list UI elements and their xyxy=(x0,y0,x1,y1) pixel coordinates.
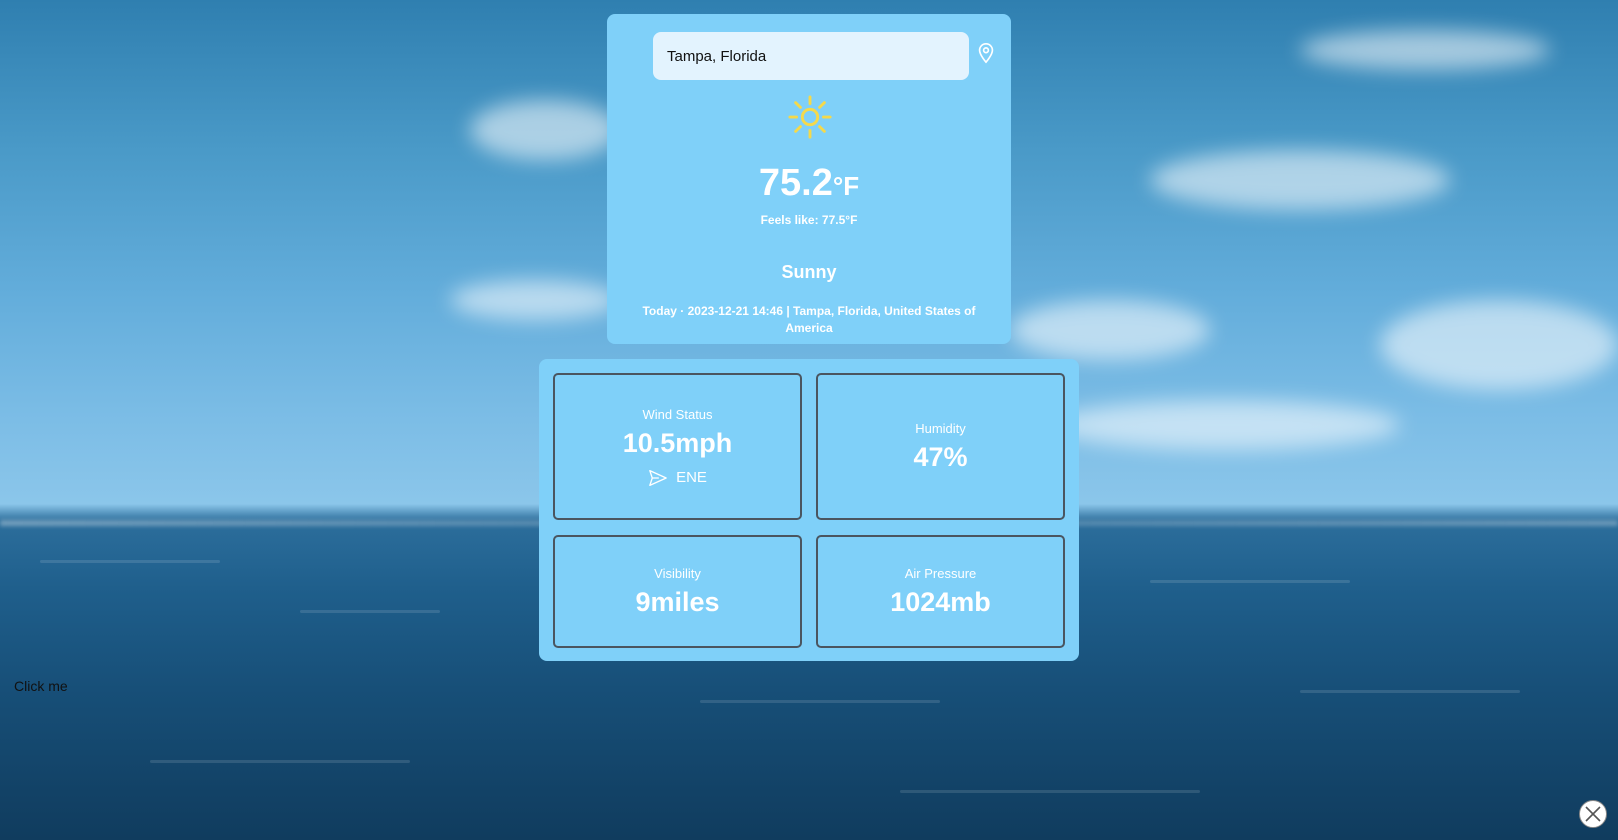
cloud xyxy=(450,280,620,320)
weather-stats-panel: Wind Status 10.5mph ENE Humidity 47% Vis… xyxy=(539,359,1079,661)
close-icon xyxy=(1585,806,1601,822)
temperature-unit: °F xyxy=(832,171,860,201)
humidity-value: 47% xyxy=(913,441,968,472)
cloud xyxy=(1010,300,1210,360)
sun-icon xyxy=(788,95,832,139)
feels-like: Feels like: 77.5°F xyxy=(760,213,858,227)
wave xyxy=(40,560,220,563)
wave xyxy=(700,700,940,703)
cloud xyxy=(1300,30,1550,70)
click-me-link[interactable]: Click me xyxy=(14,678,68,694)
wave xyxy=(300,610,440,613)
wave xyxy=(1150,580,1350,583)
wave xyxy=(900,790,1200,793)
weather-condition: Sunny xyxy=(781,262,837,282)
air-pressure-tile: Air Pressure 1024mb xyxy=(816,535,1065,648)
air-pressure-value: 1024mb xyxy=(890,586,991,617)
temperature-value: 75.2 xyxy=(758,162,833,204)
location-pin-icon[interactable] xyxy=(975,42,997,64)
cloud xyxy=(470,100,620,160)
location-search-input[interactable] xyxy=(653,32,969,80)
humidity-label: Humidity xyxy=(915,420,966,436)
cloud xyxy=(1050,400,1400,450)
cloud xyxy=(1380,300,1618,390)
visibility-value: 9miles xyxy=(635,586,720,617)
air-pressure-label: Air Pressure xyxy=(904,565,977,581)
wind-direction: ENE xyxy=(648,469,707,487)
close-button[interactable] xyxy=(1579,800,1607,828)
cloud xyxy=(1150,150,1450,210)
humidity-tile: Humidity 47% xyxy=(816,373,1065,520)
navigation-arrow-icon xyxy=(649,469,667,486)
wind-status-tile: Wind Status 10.5mph ENE xyxy=(553,373,802,520)
wave xyxy=(1300,690,1520,693)
wind-status-label: Wind Status xyxy=(642,406,713,422)
wind-direction-label: ENE xyxy=(676,469,707,486)
temperature: 75.2°F xyxy=(607,162,1011,205)
wind-speed-value: 10.5mph xyxy=(622,427,733,458)
date-location: Today · 2023-12-21 14:46 | Tampa, Florid… xyxy=(642,304,976,335)
visibility-tile: Visibility 9miles xyxy=(553,535,802,648)
visibility-label: Visibility xyxy=(654,565,701,581)
wave xyxy=(150,760,410,763)
current-weather-card: 75.2°F Feels like: 77.5°F Sunny Today · … xyxy=(607,14,1011,344)
